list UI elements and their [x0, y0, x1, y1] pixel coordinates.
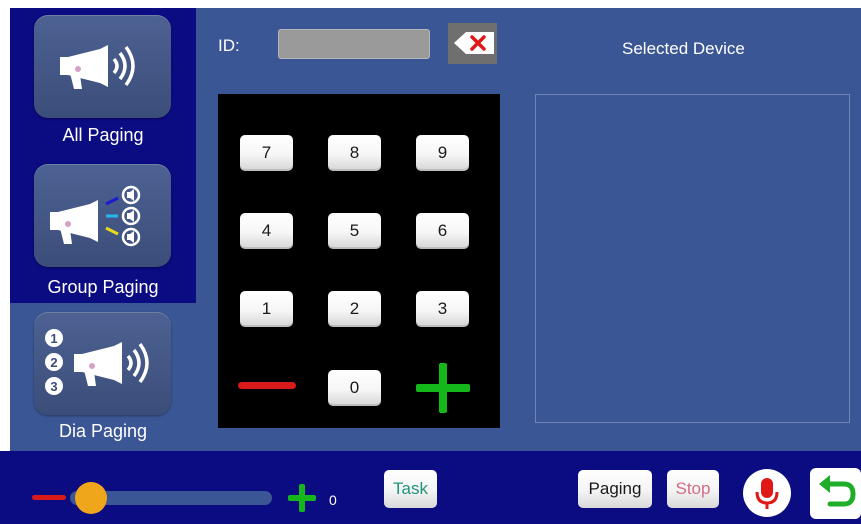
group-paging-tile[interactable]: [34, 164, 171, 267]
all-paging-tile[interactable]: [34, 15, 171, 118]
sidebar-item-group-paging[interactable]: Group Paging: [10, 156, 196, 304]
plus-icon: [416, 363, 470, 413]
backspace-icon: [454, 32, 494, 54]
app-window: All Paging Group Paging 1 2 3 Dia Paging…: [0, 0, 861, 524]
keypad-minus-button[interactable]: [234, 372, 300, 400]
key-7[interactable]: 7: [240, 135, 293, 171]
selected-device-title: Selected Device: [622, 39, 745, 58]
back-button[interactable]: [810, 468, 861, 519]
dia-paging-tile[interactable]: 1 2 3: [34, 312, 171, 415]
minus-icon: [32, 495, 66, 500]
dia-paging-label: Dia Paging: [58, 421, 148, 441]
key-1[interactable]: 1: [240, 291, 293, 327]
microphone-button[interactable]: [743, 469, 791, 517]
back-arrow-icon: [819, 475, 856, 507]
svg-text:1: 1: [50, 331, 57, 346]
key-3[interactable]: 3: [416, 291, 469, 327]
microphone-icon: [755, 478, 779, 509]
key-6[interactable]: 6: [416, 213, 469, 249]
top-strip: [0, 0, 861, 8]
key-0[interactable]: 0: [328, 370, 381, 406]
plus-icon: [288, 484, 316, 512]
paging-button[interactable]: Paging: [578, 470, 652, 508]
task-button[interactable]: Task: [384, 470, 437, 508]
sidebar-item-dia-paging[interactable]: 1 2 3 Dia Paging: [10, 303, 196, 451]
key-9[interactable]: 9: [416, 135, 469, 171]
megaphone-numbered-icon: 1 2 3: [45, 329, 149, 395]
svg-text:3: 3: [50, 379, 57, 394]
keypad: 7 8 9 4 5 6 1 2 3 0: [218, 94, 500, 428]
selected-device-list: [535, 94, 850, 423]
megaphone-group-speakers-icon: [50, 185, 141, 247]
stop-button[interactable]: Stop: [667, 470, 719, 508]
main-panel: ID: Selected Device 7 8 9 4 5 6 1 2 3 0: [196, 8, 861, 451]
minus-icon: [238, 382, 296, 389]
key-8[interactable]: 8: [328, 135, 381, 171]
key-5[interactable]: 5: [328, 213, 381, 249]
volume-up-button[interactable]: [283, 479, 321, 517]
volume-down-button[interactable]: [28, 485, 70, 509]
all-paging-label: All Paging: [62, 125, 144, 145]
backspace-button[interactable]: [448, 23, 497, 64]
svg-text:2: 2: [50, 355, 57, 370]
volume-value: 0: [329, 492, 337, 508]
sidebar-item-all-paging[interactable]: All Paging: [10, 8, 196, 156]
megaphone-waves-icon: [60, 45, 135, 89]
id-label: ID:: [218, 36, 240, 55]
volume-slider-knob[interactable]: [75, 482, 107, 514]
id-input[interactable]: [278, 29, 430, 59]
keypad-plus-button[interactable]: [413, 360, 473, 416]
key-2[interactable]: 2: [328, 291, 381, 327]
group-paging-label: Group Paging: [47, 277, 159, 297]
key-4[interactable]: 4: [240, 213, 293, 249]
